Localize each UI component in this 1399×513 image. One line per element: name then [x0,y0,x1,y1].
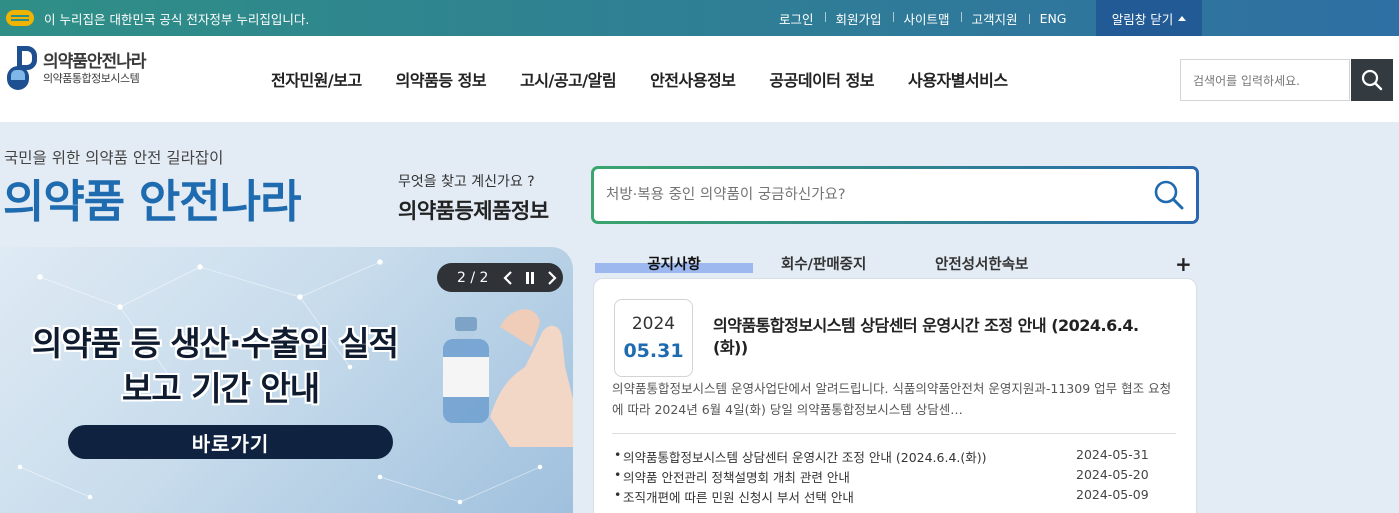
header-search-input[interactable]: 검색어를 입력하세요. [1180,59,1350,101]
bullet-icon: • [614,487,622,502]
gov-emblem-icon [6,10,34,26]
nav-item-public-data[interactable]: 공공데이터 정보 [752,67,891,91]
nav-item-safe-use[interactable]: 안전사용정보 [633,67,752,91]
notice-title[interactable]: 의약품통합정보시스템 상담센터 운영시간 조정 안내 (2024.6.4.(화)… [623,447,987,466]
gov-notice: 이 누리집은 대한민국 공식 전자정부 누리집입니다. [6,0,309,36]
hero-brand-title: 의약품 안전나라 [3,175,301,228]
search-question: 무엇을 찾고 계신가요 ? [398,174,535,190]
list-item[interactable]: • 조직개편에 따른 민원 신청시 부서 선택 안내 2024-05-09 [612,487,1172,507]
nav-item-user-services[interactable]: 사용자별서비스 [891,67,1025,91]
prev-arrow-icon[interactable] [497,263,519,292]
banner-page-current: 2 [457,269,466,286]
tab-recall[interactable]: 회수/판매중지 [781,253,866,274]
notice-title[interactable]: 조직개편에 따른 민원 신청시 부서 선택 안내 [623,487,854,506]
search-icon[interactable] [1152,178,1186,212]
utility-links: 로그인 회원가입 사이트맵 고객지원 ENG [768,0,1078,36]
notice-tabs: 공지사항 회수/판매중지 안전성서한속보 [595,253,1195,275]
pause-icon[interactable] [519,263,541,292]
featured-year: 2024 [631,314,676,334]
featured-date-badge: 2024 05.31 [614,299,693,377]
nav-item-drug-info[interactable]: 의약품등 정보 [379,67,503,91]
logo-mark-icon [5,46,39,92]
logo-title: 의약품안전나라 [43,52,146,72]
featured-notice-title[interactable]: 의약품통합정보시스템 상담센터 운영시간 조정 안내 (2024.6.4.(화)… [713,315,1173,358]
english-link[interactable]: ENG [1028,11,1078,26]
main-search-input[interactable] [606,181,1136,209]
divider [612,433,1176,434]
tab-safety-letter[interactable]: 안전성서한속보 [935,253,1028,274]
search-category[interactable]: 의약품등제품정보 [398,195,549,225]
support-link[interactable]: 고객지원 [960,9,1029,28]
sitemap-link[interactable]: 사이트맵 [892,9,961,28]
list-item[interactable]: • 의약품통합정보시스템 상담센터 운영시간 조정 안내 (2024.6.4.(… [612,447,1172,467]
header-search-button[interactable] [1351,59,1393,101]
notice-title[interactable]: 의약품 안전관리 정책설명회 개최 관련 안내 [623,467,850,486]
close-alert-button[interactable]: 알림창 닫기 [1096,0,1202,36]
site-header: 의약품안전나라 의약품통합정보시스템 전자민원/보고 의약품등 정보 고시/공고… [0,36,1399,122]
notice-list: • 의약품통합정보시스템 상담센터 운영시간 조정 안내 (2024.6.4.(… [612,447,1172,507]
notice-date: 2024-05-20 [1076,467,1149,482]
search-icon [1361,69,1383,91]
list-item[interactable]: • 의약품 안전관리 정책설명회 개최 관련 안내 2024-05-20 [612,467,1172,487]
gov-banner-bar: 이 누리집은 대한민국 공식 전자정부 누리집입니다. 로그인 회원가입 사이트… [0,0,1399,36]
tab-notice[interactable]: 공지사항 [595,253,753,273]
next-arrow-icon[interactable] [541,263,563,292]
banner-go-button[interactable]: 바로가기 [68,425,393,459]
login-link[interactable]: 로그인 [768,9,825,28]
main-nav: 전자민원/보고 의약품등 정보 고시/공고/알림 안전사용정보 공공데이터 정보… [254,36,1025,122]
caret-up-icon [1178,15,1187,21]
bullet-icon: • [614,447,622,462]
featured-monthday: 05.31 [623,340,684,362]
featured-notice-desc[interactable]: 의약품통합정보시스템 운영사업단에서 알려드립니다. 식품의약품안전처 운영지원… [612,379,1182,420]
banner-title-line2: 보고 기간 안내 [122,369,320,408]
banner-page-total: 2 [479,269,489,286]
close-alert-label: 알림창 닫기 [1111,11,1174,27]
vial-image [443,317,489,423]
bullet-icon: • [614,467,622,482]
more-plus-icon[interactable]: + [1175,254,1192,274]
banner-title-line1: 의약품 등 생산·수출입 실적 [32,324,399,363]
promo-banner[interactable]: 의약품 등 생산·수출입 실적 보고 기간 안내 바로가기 2 / 2 [0,247,573,513]
banner-controls: 2 / 2 [437,263,563,292]
gov-notice-text: 이 누리집은 대한민국 공식 전자정부 누리집입니다. [44,11,310,27]
notice-date: 2024-05-09 [1076,487,1149,502]
banner-pager: 2 / 2 [457,269,489,286]
notice-date: 2024-05-31 [1076,447,1149,462]
logo-subtitle: 의약품통합정보시스템 [43,72,140,85]
signup-link[interactable]: 회원가입 [824,9,893,28]
site-logo[interactable]: 의약품안전나라 의약품통합정보시스템 [5,46,146,92]
main-search-box [591,166,1199,224]
nav-item-announcements[interactable]: 고시/공고/알림 [503,67,633,91]
nav-item-e-civil[interactable]: 전자민원/보고 [254,67,379,91]
notice-panel: 2024 05.31 의약품통합정보시스템 상담센터 운영시간 조정 안내 (2… [593,278,1197,513]
